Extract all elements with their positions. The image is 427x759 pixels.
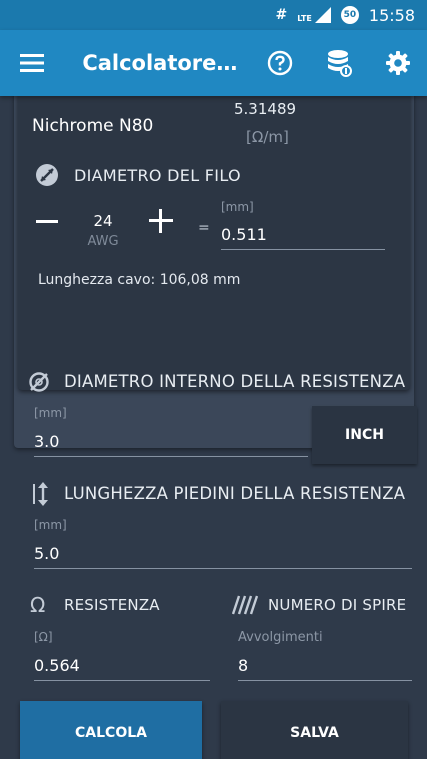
database-button[interactable] — [310, 30, 369, 96]
settings-button[interactable] — [368, 30, 427, 96]
resistance-unit-label: [Ω] — [34, 630, 53, 644]
wire-card: Nichrome N80 5.31489 [Ω/m] DIAMETRO DEL … — [18, 96, 410, 390]
wire-mm-label: [mm] — [221, 200, 254, 214]
help-circle-icon — [268, 50, 293, 76]
notification-count: 50 — [343, 10, 357, 20]
coil-turns-icon — [232, 595, 258, 615]
resistance-title: RESISTENZA — [64, 596, 160, 614]
help-button[interactable] — [251, 30, 310, 96]
equals-sign: = — [198, 220, 210, 236]
leg-length-unit-label: [mm] — [34, 518, 67, 532]
signal-icon: LTE — [297, 7, 331, 23]
status-hash-icon: # — [275, 7, 288, 23]
inch-unit-button[interactable]: INCH — [312, 406, 417, 464]
status-bar: # LTE 50 15:58 — [0, 0, 427, 30]
wire-diameter-icon — [36, 164, 58, 186]
resistivity-unit: [Ω/m] — [246, 128, 289, 146]
turns-title: NUMERO DI SPIRE — [268, 596, 407, 614]
menu-button[interactable] — [0, 30, 64, 96]
vertical-arrows-icon — [33, 482, 48, 506]
inner-diameter-title: DIAMETRO INTERNO DELLA RESISTENZA — [64, 372, 406, 391]
leg-length-title: LUNGHEZZA PIEDINI DELLA RESISTENZA — [64, 484, 406, 503]
main-content: Nichrome N80 5.31489 [Ω/m] DIAMETRO DEL … — [0, 96, 427, 759]
save-button[interactable]: SALVA — [221, 701, 408, 759]
wire-diameter-title: DIAMETRO DEL FILO — [74, 166, 241, 185]
turns-sub-label: Avvolgimenti — [238, 630, 323, 645]
cable-length: Lunghezza cavo: 106,08 mm — [38, 272, 241, 288]
notification-badge-icon: 50 — [340, 6, 359, 24]
resistivity-value: 5.31489 — [234, 100, 297, 118]
gauge-increment-button[interactable] — [148, 208, 174, 234]
calculate-button[interactable]: CALCOLA — [20, 701, 202, 759]
gauge-unit: AWG — [87, 234, 119, 249]
status-time: 15:58 — [368, 5, 415, 25]
material-name[interactable]: Nichrome N80 — [32, 116, 153, 136]
hamburger-menu-icon — [20, 54, 45, 72]
app-bar: Calcolatore r... — [0, 30, 427, 96]
lte-label: LTE — [297, 14, 312, 23]
gear-icon — [385, 51, 410, 75]
omega-icon: Ω — [30, 593, 46, 617]
gauge-decrement-button[interactable] — [34, 208, 60, 234]
coil-diameter-icon — [29, 372, 49, 392]
page-title: Calcolatore r... — [82, 51, 244, 75]
leg-length-input[interactable] — [34, 539, 412, 569]
database-icon — [328, 50, 353, 77]
inner-diameter-unit-label: [mm] — [34, 406, 67, 420]
inner-diameter-input[interactable] — [34, 427, 308, 457]
turns-input[interactable] — [238, 651, 412, 681]
gauge-value: 24 — [93, 212, 113, 230]
resistance-input[interactable] — [34, 651, 210, 681]
wire-diameter-mm-input[interactable] — [221, 220, 385, 250]
